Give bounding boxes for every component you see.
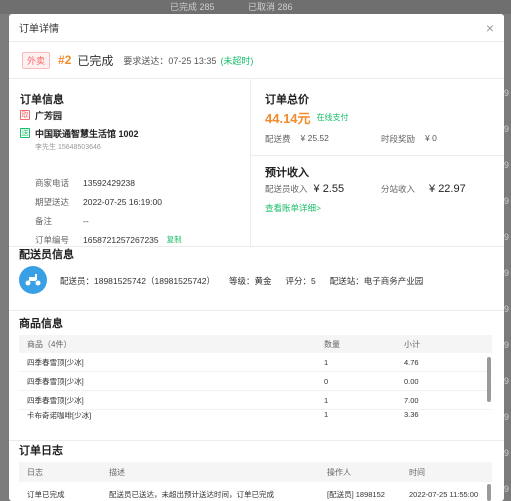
bg-tab-completed: 已完成 285 — [170, 2, 215, 12]
goods-name: 四季春雪顶[少冰] — [27, 357, 84, 367]
log-table: 日志 描述 操作人 时间 订单已完成 配送员已送达，未超出预计送达时间，订单已完… — [19, 462, 492, 501]
goods-info-title: 商品信息 — [19, 318, 63, 330]
time-bonus-label: 时段奖励 — [381, 134, 416, 144]
rider-score: 评分：5 — [285, 276, 316, 286]
goods-table-header: 商品（4件） 数量 小计 — [19, 335, 492, 353]
send-name: 中国联通智慧生活馆 1002 — [35, 129, 139, 139]
pickup-name: 广芳园 — [35, 111, 63, 121]
log-operator: [配送员] 1898152 — [327, 489, 385, 499]
goods-table: 商品（4件） 数量 小计 四季春雪顶[少冰] 1 4.76 四季春雪顶[少冰] … — [19, 335, 492, 422]
table-row: 四季春雪顶[少冰] 0 0.00 — [19, 372, 492, 391]
table-row: 四季春雪顶[少冰] 1 4.76 — [19, 353, 492, 372]
time-bonus-value: ¥ 0 — [425, 133, 437, 143]
payment-method: 在线支付 — [316, 113, 349, 122]
send-badge-icon: 送 — [20, 128, 30, 138]
goods-qty: 1 — [324, 410, 329, 419]
goods-subtotal: 7.00 — [404, 395, 419, 405]
order-total-section: 订单总价 44.14元 在线支付 配送费 ¥ 25.52 时段奖励 ¥ 0 预计… — [251, 78, 504, 246]
field-value: 13592429238 — [83, 177, 136, 188]
rider-station: 配送站：电子商务产业园 — [329, 276, 424, 286]
time-bonus-row: 时段奖励 ¥ 0 — [381, 133, 437, 145]
view-bill-detail-link[interactable]: 查看账单详细> — [265, 202, 321, 214]
rider-avatar — [19, 266, 47, 294]
field-label: 期望送达 — [35, 196, 70, 207]
order-detail-modal: 订单详情 × 外卖 #2 已完成 要求送达：07-25 13:35 (未超时) … — [9, 14, 504, 501]
goods-qty: 0 — [324, 376, 329, 386]
table-row: 订单已完成 配送员已送达，未超出预计送达时间，订单已完成 [配送员] 18981… — [19, 482, 492, 501]
order-log-title: 订单日志 — [19, 445, 63, 457]
expected-delivery-row: 期望送达 2022-07-25 16:19:00 — [35, 192, 182, 211]
modal-header: 订单详情 × — [9, 14, 504, 42]
goods-name: 四季春雪顶[少冰] — [27, 395, 84, 405]
rider-income-row: 配送员收入 ¥ 2.55 — [265, 183, 344, 195]
station-income-value: ¥ 22.97 — [429, 183, 466, 195]
col-desc: 描述 — [109, 467, 125, 477]
rider-phone: 配送员：18981525742（18981525742） — [60, 276, 216, 286]
log-table-header: 日志 描述 操作人 时间 — [19, 462, 492, 482]
order-number: #2 — [58, 53, 72, 67]
station-income-row: 分站收入 ¥ 22.97 — [381, 183, 466, 195]
bg-tab-cancelled: 已取消 286 — [248, 2, 293, 12]
close-icon[interactable]: × — [486, 21, 494, 35]
field-label: 备注 — [35, 215, 53, 226]
goods-scrollbar[interactable] — [487, 357, 491, 402]
col-goods-name: 商品（4件） — [27, 339, 72, 349]
field-value: 1658721257267235 — [83, 234, 159, 245]
col-operator: 操作人 — [327, 467, 351, 477]
merchant-phone-row: 商家电话 13592429238 — [35, 173, 182, 192]
rider-level: 等级：黄金 — [229, 276, 272, 286]
log-scrollbar[interactable] — [487, 484, 491, 501]
rider-details: 配送员：18981525742（18981525742） 等级：黄金 评分：5 … — [60, 275, 423, 287]
field-value: -- — [83, 215, 89, 226]
goods-subtotal: 3.36 — [404, 410, 419, 419]
remark-row: 备注 -- — [35, 211, 182, 230]
log-name: 订单已完成 — [27, 489, 65, 499]
required-delivery-time: 要求送达：07-25 13:35 — [123, 55, 217, 66]
order-total-title: 订单总价 — [265, 94, 309, 106]
send-contact: 李先生 15648503646 — [35, 144, 101, 151]
goods-name: 四季春雪顶[少冰] — [27, 376, 84, 386]
goods-subtotal: 0.00 — [404, 376, 419, 386]
modal-title: 订单详情 — [19, 24, 59, 35]
total-price: 44.14元 — [265, 111, 311, 126]
order-status-line: 外卖 #2 已完成 要求送达：07-25 13:35 (未超时) — [9, 42, 504, 78]
col-qty: 数量 — [324, 339, 340, 349]
takeout-tag: 外卖 — [22, 51, 51, 69]
field-label: 订单编号 — [35, 234, 70, 245]
order-status: 已完成 — [77, 53, 114, 68]
pickup-badge-icon: 取 — [20, 110, 30, 120]
rider-income-value: ¥ 2.55 — [313, 183, 345, 195]
goods-qty: 1 — [324, 357, 329, 367]
field-value: 2022-07-25 16:19:00 — [83, 196, 162, 207]
station-income-label: 分站收入 — [381, 184, 416, 194]
order-info-section: 订单信息 取 广芳园 送 中国联通智慧生活馆 1002 李先生 15648503… — [9, 78, 251, 246]
field-label: 商家电话 — [35, 177, 70, 188]
col-subtotal: 小计 — [404, 339, 420, 349]
order-fields: 商家电话 13592429238 期望送达 2022-07-25 16:19:00 … — [35, 173, 182, 249]
ontime-status: (未超时) — [220, 55, 254, 66]
table-row: 卡布奇诺咖啡[少冰] 1 3.36 — [19, 410, 492, 422]
log-time: 2022-07-25 11:55:00 — [409, 489, 479, 499]
info-grid: 订单信息 取 广芳园 送 中国联通智慧生活馆 1002 李先生 15648503… — [9, 78, 504, 246]
expected-income-title: 预计收入 — [265, 167, 309, 179]
goods-name: 卡布奇诺咖啡[少冰] — [27, 411, 92, 420]
rider-info-title: 配送员信息 — [19, 249, 74, 261]
delivery-fee-label: 配送费 — [265, 134, 291, 144]
col-time: 时间 — [409, 467, 425, 477]
delivery-fee-row: 配送费 ¥ 25.52 — [265, 133, 329, 145]
table-row: 四季春雪顶[少冰] 1 7.00 — [19, 391, 492, 410]
delivery-fee-value: ¥ 25.52 — [300, 133, 329, 143]
rider-scooter-icon — [25, 274, 41, 286]
send-address: 送 中国联通智慧生活馆 1002 李先生 15648503646 — [20, 127, 139, 152]
rider-income-label: 配送员收入 — [265, 184, 308, 194]
copy-button[interactable]: 复制 — [167, 234, 182, 245]
goods-qty: 1 — [324, 395, 329, 405]
col-log: 日志 — [27, 467, 43, 477]
pickup-address: 取 广芳园 — [20, 109, 139, 122]
goods-subtotal: 4.76 — [404, 357, 419, 367]
log-desc: 配送员已送达，未超出预计送达时间，订单已完成 — [109, 489, 274, 499]
